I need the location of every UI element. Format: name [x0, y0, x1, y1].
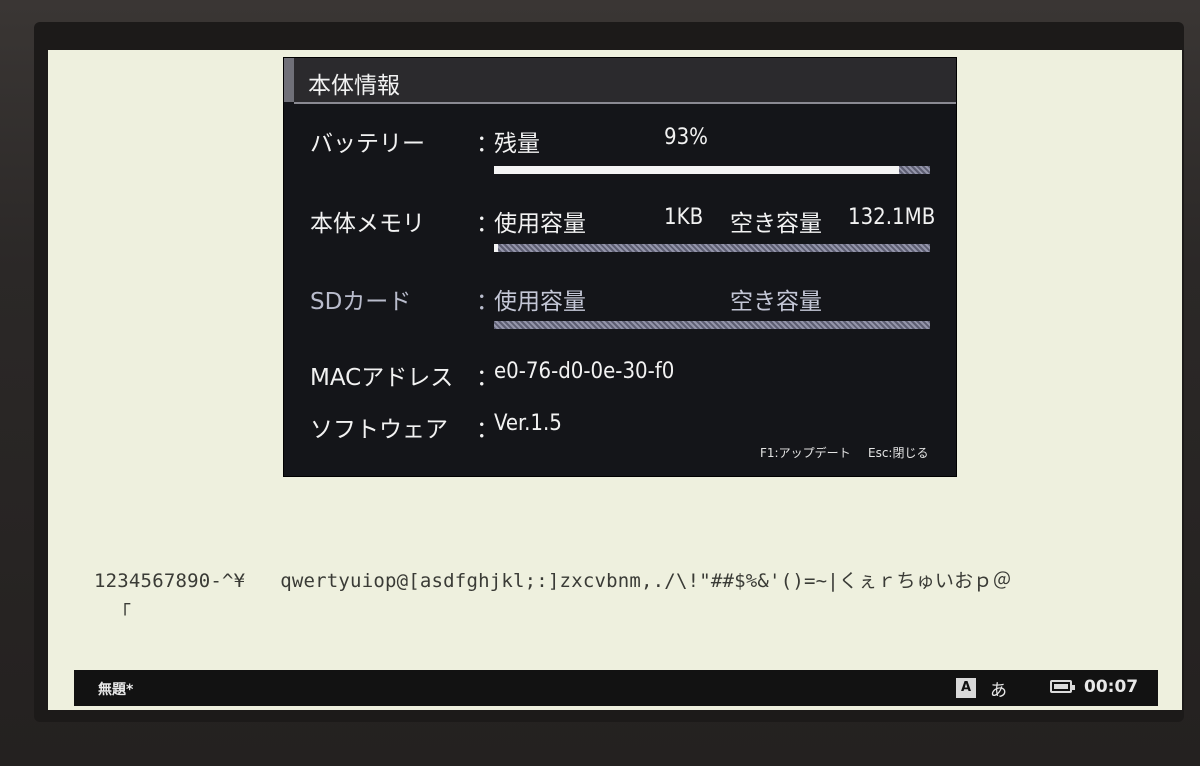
memory-label: 本体メモリ	[310, 211, 425, 237]
memory-usage-fill	[494, 244, 499, 252]
ime-mode-indicator: あ	[990, 681, 1007, 701]
dialog-title: 本体情報	[308, 73, 400, 99]
mac-address-value: e0-76-d0-0e-30-f0	[494, 359, 675, 384]
status-bar: 無題* A あ 00:07	[74, 670, 1158, 706]
device-screen: 1234567890-^¥ qwertyuiop@[asdfghjkl;:]zx…	[48, 50, 1182, 710]
software-version: Ver.1.5	[494, 411, 562, 436]
mac-address-label: MACアドレス	[310, 365, 454, 391]
battery-icon	[1050, 680, 1075, 693]
header-accent-bar	[284, 58, 294, 102]
battery-level-bar	[494, 166, 930, 174]
sd-used-label: 使用容量	[494, 289, 586, 315]
memory-used-label: 使用容量	[494, 211, 586, 237]
battery-label: バッテリー	[310, 131, 425, 157]
device-info-dialog: 本体情報 バッテリー ： 残量 93% 本体メモリ ： 使用容量 1KB 空き容…	[284, 58, 956, 476]
sd-card-label: SDカード	[310, 289, 412, 315]
sd-free-label: 空き容量	[730, 289, 822, 315]
clock: 00:07	[1084, 677, 1139, 697]
software-label: ソフトウェア	[310, 417, 448, 443]
sd-usage-bar	[494, 321, 930, 329]
header-divider	[294, 102, 956, 104]
dialog-header: 本体情報	[284, 58, 956, 102]
ime-input-icon: A	[956, 678, 976, 698]
memory-free-value: 132.1MB	[848, 205, 936, 230]
memory-used-value: 1KB	[664, 205, 704, 230]
memory-free-label: 空き容量	[730, 211, 822, 237]
battery-remaining-label: 残量	[494, 131, 540, 157]
editor-text-line-2[interactable]: 「	[112, 598, 131, 625]
document-title: 無題*	[98, 682, 134, 698]
update-key-hint[interactable]: F1:アップデート	[760, 444, 851, 461]
battery-level-fill	[494, 166, 900, 174]
memory-usage-bar	[494, 244, 930, 252]
close-key-hint[interactable]: Esc:閉じる	[868, 444, 928, 461]
battery-percent: 93%	[664, 125, 708, 150]
editor-text-line-1[interactable]: 1234567890-^¥ qwertyuiop@[asdfghjkl;:]zx…	[94, 566, 1012, 593]
